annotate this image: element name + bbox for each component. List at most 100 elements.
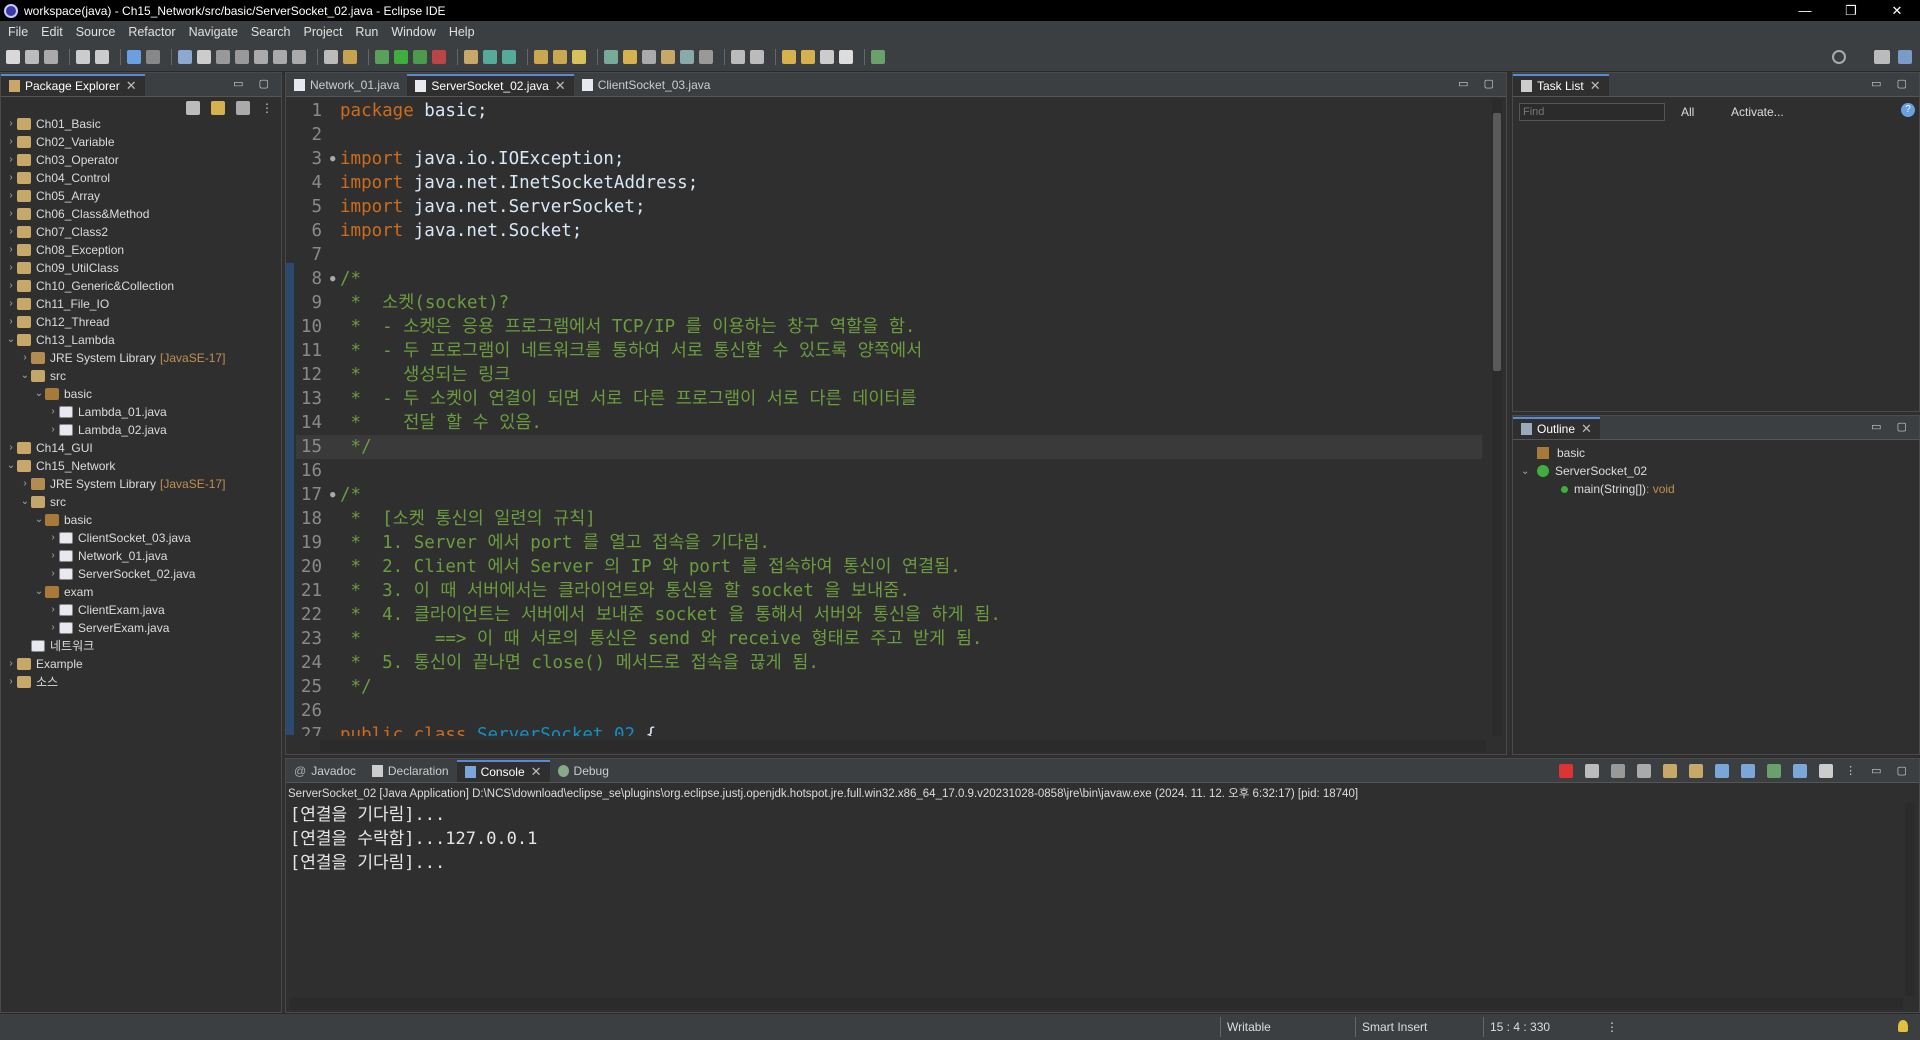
- restore-button[interactable]: ❐: [1828, 0, 1874, 21]
- tree-item[interactable]: › Ch09_UtilClass: [5, 259, 279, 277]
- tree-item[interactable]: › ClientExam.java: [5, 601, 279, 619]
- chevron-down-icon[interactable]: ⌄: [33, 583, 45, 601]
- fold-marker-icon[interactable]: ●: [330, 483, 340, 507]
- tree-item[interactable]: ⌄ Ch15_Network: [5, 457, 279, 475]
- tree-item[interactable]: › Ch05_Array: [5, 187, 279, 205]
- tree-item[interactable]: ⌄ basic: [5, 385, 279, 403]
- status-menu-icon[interactable]: ⋮: [1606, 1020, 1618, 1034]
- scroll-lock-icon[interactable]: [1663, 764, 1678, 778]
- chevron-right-icon[interactable]: ›: [5, 439, 17, 457]
- open-folder-icon[interactable]: [534, 49, 548, 64]
- chevron-right-icon[interactable]: ›: [47, 421, 59, 439]
- tree-item[interactable]: › Ch11_File_IO: [5, 295, 279, 313]
- code-editor[interactable]: 1 package basic; 2 3 ● import java.io.IOExcep…: [296, 99, 1482, 736]
- tree-item[interactable]: ⌄ Ch13_Lambda: [5, 331, 279, 349]
- menu-run[interactable]: Run: [351, 25, 387, 39]
- chevron-right-icon[interactable]: ›: [5, 223, 17, 241]
- tree-item[interactable]: › Ch02_Variable: [5, 133, 279, 151]
- menu-refactor[interactable]: Refactor: [124, 25, 184, 39]
- chevron-right-icon[interactable]: ›: [5, 259, 17, 277]
- last-edit-icon[interactable]: [782, 49, 796, 64]
- view-controls[interactable]: ▭ ▢: [1458, 77, 1500, 90]
- clear-console-icon[interactable]: [1637, 764, 1652, 778]
- highlight-icon[interactable]: [623, 49, 637, 64]
- tab-javadoc[interactable]: @ Javadoc: [286, 760, 364, 782]
- close-icon[interactable]: ✕: [1581, 421, 1592, 437]
- search-tool-icon[interactable]: [572, 49, 586, 64]
- terminal-icon[interactable]: [127, 49, 141, 64]
- tab-debug[interactable]: Debug: [550, 760, 617, 782]
- view-controls[interactable]: ▭ ▢: [233, 77, 275, 90]
- open-console-icon[interactable]: [1819, 764, 1834, 778]
- new-icon[interactable]: [6, 49, 20, 64]
- disconnect-icon[interactable]: [235, 49, 249, 64]
- tab-outline[interactable]: Outline ✕: [1513, 417, 1600, 439]
- view-controls[interactable]: ▭ ▢: [1871, 420, 1913, 433]
- console-horizontal-scrollbar[interactable]: [290, 998, 1903, 1010]
- chevron-right-icon[interactable]: ›: [5, 295, 17, 313]
- chevron-down-icon[interactable]: ⌄: [19, 493, 31, 511]
- link-with-editor-icon[interactable]: [211, 101, 225, 115]
- tab-declaration[interactable]: Declaration: [364, 760, 457, 782]
- tree-item[interactable]: › ServerExam.java: [5, 619, 279, 637]
- view-menu-icon[interactable]: ⋮: [261, 101, 273, 115]
- tree-item[interactable]: › Lambda_02.java: [5, 421, 279, 439]
- step-return-icon[interactable]: [292, 49, 306, 64]
- chevron-right-icon[interactable]: ›: [47, 403, 59, 421]
- tree-item[interactable]: ⌄ exam: [5, 583, 279, 601]
- tab-network-01[interactable]: Network_01.java: [286, 74, 407, 96]
- remove-all-icon[interactable]: [1611, 764, 1626, 778]
- chevron-right-icon[interactable]: ›: [5, 655, 17, 673]
- tree-item[interactable]: › Ch06_Class&Method: [5, 205, 279, 223]
- chevron-right-icon[interactable]: ›: [19, 349, 31, 367]
- annotation-icon[interactable]: [604, 49, 618, 64]
- external-tools-icon[interactable]: [432, 49, 446, 64]
- tree-item[interactable]: › Ch08_Exception: [5, 241, 279, 259]
- chevron-down-icon[interactable]: ⌄: [5, 457, 17, 475]
- word-wrap-icon[interactable]: [1689, 764, 1704, 778]
- remove-launch-icon[interactable]: [1585, 764, 1600, 778]
- display-console-icon[interactable]: [1793, 764, 1808, 778]
- java-perspective-icon[interactable]: [1898, 50, 1912, 64]
- tree-item[interactable]: › Ch14_GUI: [5, 439, 279, 457]
- debug-icon[interactable]: [375, 49, 389, 64]
- tab-clientsocket-03[interactable]: ClientSocket_03.java: [574, 74, 719, 96]
- menu-window[interactable]: Window: [387, 25, 444, 39]
- next-annotation-icon[interactable]: [731, 49, 745, 64]
- chevron-right-icon[interactable]: ›: [5, 205, 17, 223]
- step-over-icon[interactable]: [273, 49, 287, 64]
- close-window-button[interactable]: ✕: [1874, 0, 1920, 21]
- chevron-right-icon[interactable]: ›: [47, 619, 59, 637]
- menu-help[interactable]: Help: [445, 25, 484, 39]
- console-output[interactable]: [연결을 기다림]... [연결을 수락함]...127.0.0.1 [연결을 기다…: [290, 803, 1899, 875]
- chevron-right-icon[interactable]: ›: [5, 313, 17, 331]
- fold-marker-icon[interactable]: ●: [330, 147, 340, 171]
- status-insert-mode[interactable]: Smart Insert: [1362, 1020, 1427, 1034]
- open-type-icon[interactable]: [324, 49, 338, 64]
- open-task-icon[interactable]: [343, 49, 357, 64]
- tree-item[interactable]: › Ch07_Class2: [5, 223, 279, 241]
- toggle-mark-icon[interactable]: [642, 49, 656, 64]
- chevron-right-icon[interactable]: ›: [47, 565, 59, 583]
- menu-file[interactable]: File: [4, 25, 37, 39]
- close-icon[interactable]: ✕: [126, 78, 137, 94]
- tab-serversocket-02[interactable]: ServerSocket_02.java ✕: [407, 74, 574, 96]
- toggle-block-icon[interactable]: [661, 49, 675, 64]
- tab-task-list[interactable]: Task List ✕: [1513, 74, 1609, 96]
- menu-search[interactable]: Search: [247, 25, 300, 39]
- task-find-input[interactable]: Find: [1519, 103, 1665, 121]
- terminate-icon[interactable]: [1559, 764, 1574, 778]
- editor-horizontal-scrollbar[interactable]: [320, 740, 1486, 752]
- tab-console[interactable]: Console ✕: [456, 760, 550, 782]
- tree-item[interactable]: ⌄ src: [5, 493, 279, 511]
- tree-item[interactable]: › Network_01.java: [5, 547, 279, 565]
- open-file-icon[interactable]: [553, 49, 567, 64]
- tree-item[interactable]: › Ch03_Operator: [5, 151, 279, 169]
- redo-icon[interactable]: [95, 49, 109, 64]
- open-perspective-icon[interactable]: [1874, 50, 1890, 64]
- pin-console-icon[interactable]: [1767, 764, 1782, 778]
- show-stdout-icon[interactable]: [1715, 764, 1730, 778]
- menu-project[interactable]: Project: [300, 25, 352, 39]
- chevron-down-icon[interactable]: ⌄: [19, 367, 31, 385]
- step-into-icon[interactable]: [254, 49, 268, 64]
